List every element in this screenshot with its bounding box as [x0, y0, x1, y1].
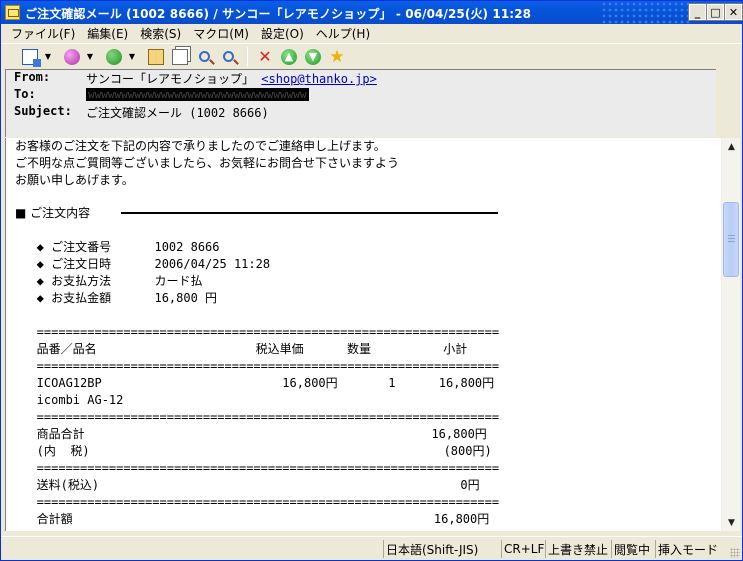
- subject-value: ご注文確認メール (1002 8666): [86, 106, 269, 120]
- address-book-icon: [148, 48, 164, 65]
- to-label: To:: [14, 87, 36, 101]
- from-label: From:: [14, 70, 51, 84]
- from-email-link[interactable]: <shop@thanko.jp>: [261, 72, 377, 86]
- subject-label: Subject:: [14, 104, 72, 118]
- status-insert-mode: 挿入モード: [655, 540, 729, 558]
- receive-icon: [64, 48, 80, 65]
- menu-settings[interactable]: 設定(O): [255, 25, 310, 42]
- thumb-grip: [728, 241, 735, 242]
- menu-help[interactable]: ヘルプ(H): [310, 25, 376, 42]
- from-value: サンコー「レアモノショップ」 <shop@thanko.jp>: [86, 70, 377, 87]
- new-mail-icon: [22, 48, 41, 67]
- receive-button[interactable]: [61, 46, 83, 68]
- maximize-button[interactable]: □: [706, 3, 725, 21]
- find-next-icon: [222, 51, 234, 62]
- find-button[interactable]: [193, 46, 215, 68]
- find-next-button[interactable]: [217, 46, 239, 68]
- to-value: wwwwwwwwwwwwwwwwwwwwwwwwwwwwwwwww: [86, 87, 309, 101]
- send-button[interactable]: [103, 46, 125, 68]
- prev-message-icon: ▲: [281, 48, 297, 65]
- properties-button[interactable]: [169, 46, 191, 68]
- order-details-text: ◆ ご注文番号 1002 8666 ◆ ご注文日時 2006/04/25 11:…: [36, 240, 500, 526]
- minimize-button[interactable]: _: [688, 3, 707, 21]
- properties-icon: [172, 48, 188, 65]
- send-icon: [106, 48, 122, 65]
- mark-icon: ★: [329, 46, 345, 67]
- mail-app-icon[interactable]: [5, 5, 20, 20]
- order-section-title: ■ ご注文内容: [15, 206, 91, 220]
- scroll-up-button[interactable]: ▲: [725, 140, 738, 153]
- receive-dropdown[interactable]: ▼: [85, 46, 95, 68]
- status-bar: 日本語(Shift-JIS) CR+LF 上書き禁止 閲覧中 挿入モード: [1, 536, 742, 560]
- prev-message-button[interactable]: ▲: [278, 46, 300, 68]
- mail-viewer-window: ご注文確認メール (1002 8666) / サンコー「レアモノショップ」 - …: [0, 0, 743, 561]
- to-address-redacted[interactable]: wwwwwwwwwwwwwwwwwwwwwwwwwwwwwwwww: [86, 88, 309, 101]
- toolbar: ▼ ▼ ▼ ✕ ▲ ▼ ★: [1, 43, 742, 69]
- delete-button[interactable]: ✕: [254, 46, 276, 68]
- status-newline: CR+LF: [501, 540, 544, 558]
- thumb-grip: [728, 238, 735, 239]
- close-button[interactable]: ✕: [724, 3, 743, 21]
- find-icon: [198, 51, 210, 62]
- status-encoding: 日本語(Shift-JIS): [383, 540, 499, 558]
- send-dropdown[interactable]: ▼: [127, 46, 137, 68]
- status-view-mode: 閲覧中: [611, 540, 653, 558]
- title-bar-pattern: [601, 1, 691, 24]
- vertical-scrollbar[interactable]: ▲ ▼: [721, 138, 740, 531]
- body-intro-text: お客様のご注文を下記の内容で承りましたのでご連絡申し上げます。 ご不明な点ご質問…: [15, 139, 400, 187]
- title-bar[interactable]: ご注文確認メール (1002 8666) / サンコー「レアモノショップ」 - …: [1, 1, 743, 24]
- menu-edit[interactable]: 編集(E): [81, 25, 134, 42]
- delete-icon: ✕: [258, 46, 272, 66]
- menu-bar: ファイル(F) 編集(E) 検索(S) マクロ(M) 設定(O) ヘルプ(H): [1, 24, 742, 42]
- menu-macro[interactable]: マクロ(M): [187, 25, 255, 42]
- thumb-grip: [728, 235, 735, 236]
- next-message-icon: ▼: [305, 48, 321, 65]
- new-mail-button[interactable]: [19, 46, 41, 68]
- window-title: ご注文確認メール (1002 8666) / サンコー「レアモノショップ」 - …: [25, 7, 532, 21]
- mail-header-pane: From: サンコー「レアモノショップ」 <shop@thanko.jp> To…: [5, 69, 716, 137]
- resize-grip[interactable]: [730, 548, 740, 558]
- status-overwrite: 上書き禁止: [545, 540, 609, 558]
- mail-body-pane[interactable]: お客様のご注文を下記の内容で承りましたのでご連絡申し上げます。 ご不明な点ご質問…: [5, 138, 721, 531]
- toolbar-separator: [247, 46, 248, 67]
- new-mail-dropdown[interactable]: ▼: [43, 46, 53, 68]
- section-divider: [121, 212, 498, 214]
- next-message-button[interactable]: ▼: [302, 46, 324, 68]
- menu-search[interactable]: 検索(S): [134, 25, 187, 42]
- from-name: サンコー「レアモノショップ」: [86, 72, 255, 86]
- scroll-thumb[interactable]: [723, 202, 739, 277]
- address-book-button[interactable]: [145, 46, 167, 68]
- mark-button[interactable]: ★: [326, 46, 348, 68]
- status-message: [5, 540, 381, 558]
- scroll-down-button[interactable]: ▼: [725, 516, 738, 529]
- menu-file[interactable]: ファイル(F): [5, 25, 81, 42]
